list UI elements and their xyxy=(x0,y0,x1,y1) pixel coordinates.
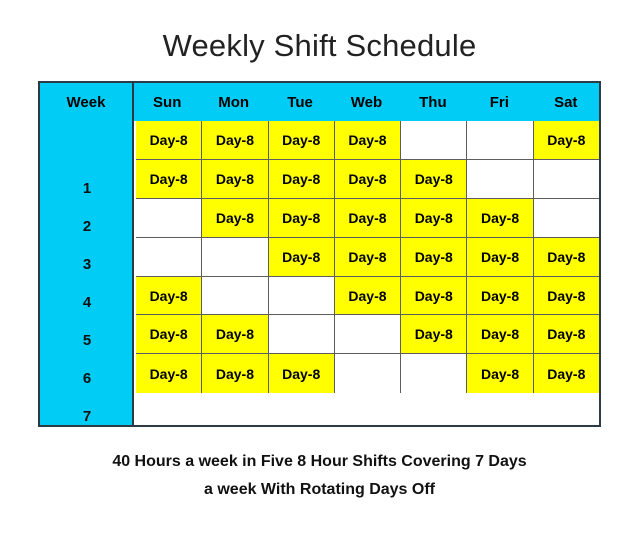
column-header-wed: Web xyxy=(333,83,400,121)
off-cell[interactable] xyxy=(136,198,203,238)
off-cell[interactable] xyxy=(268,315,335,355)
shift-cell[interactable]: Day-8 xyxy=(202,159,269,199)
shift-cell[interactable]: Day-8 xyxy=(533,121,599,160)
shift-cell[interactable]: Day-8 xyxy=(467,237,534,277)
shift-cell[interactable]: Day-8 xyxy=(136,276,203,316)
shift-cell[interactable]: Day-8 xyxy=(268,198,335,238)
shift-cell[interactable]: Day-8 xyxy=(334,237,402,277)
shift-cell[interactable]: Day-8 xyxy=(533,276,599,316)
shift-cell[interactable]: Day-8 xyxy=(268,159,335,199)
shift-cell[interactable]: Day-8 xyxy=(533,354,599,394)
shift-cell[interactable]: Day-8 xyxy=(533,237,599,277)
column-header-thu: Thu xyxy=(399,83,467,121)
off-cell[interactable] xyxy=(467,159,534,199)
shift-cell[interactable]: Day-8 xyxy=(401,315,468,355)
table-row: Day-8 Day-8 Day-8 Day-8 Day-8 xyxy=(136,315,599,355)
week-number-5: 5 xyxy=(82,332,92,349)
off-cell[interactable] xyxy=(401,354,468,394)
shift-cell[interactable]: Day-8 xyxy=(467,198,534,238)
footer-caption: 40 Hours a week in Five 8 Hour Shifts Co… xyxy=(0,448,639,504)
shift-cell[interactable]: Day-8 xyxy=(401,237,468,277)
shift-cell[interactable]: Day-8 xyxy=(334,276,402,316)
off-cell[interactable] xyxy=(533,198,599,238)
caption-line-1: 40 Hours a week in Five 8 Hour Shifts Co… xyxy=(112,453,527,470)
shift-cell[interactable]: Day-8 xyxy=(202,198,269,238)
off-cell[interactable] xyxy=(401,121,468,160)
shift-cell[interactable]: Day-8 xyxy=(467,276,534,316)
shift-cell[interactable]: Day-8 xyxy=(136,354,203,394)
shift-cell[interactable]: Day-8 xyxy=(202,354,269,394)
week-number-7: 7 xyxy=(82,408,92,425)
shift-cell[interactable]: Day-8 xyxy=(136,315,203,355)
week-number-2: 2 xyxy=(82,218,92,235)
shift-cell[interactable]: Day-8 xyxy=(268,121,335,160)
table-row: Day-8 Day-8 Day-8 Day-8 Day-8 xyxy=(136,354,599,394)
off-cell[interactable] xyxy=(533,159,599,199)
shift-cell[interactable]: Day-8 xyxy=(334,121,402,160)
off-cell[interactable] xyxy=(202,237,269,277)
shift-cell[interactable]: Day-8 xyxy=(467,315,534,355)
schedule-grid: Day-8 Day-8 Day-8 Day-8 Day-8 Day-8 Day-8 Day-8… xyxy=(136,121,599,425)
off-cell[interactable] xyxy=(334,354,402,394)
week-number-6: 6 xyxy=(82,370,92,387)
week-number-4: 4 xyxy=(82,294,92,311)
shift-cell[interactable]: Day-8 xyxy=(202,121,269,160)
shift-cell[interactable]: Day-8 xyxy=(136,121,203,160)
caption-line-2: a week With Rotating Days Off xyxy=(204,481,435,498)
shift-cell[interactable]: Day-8 xyxy=(401,198,468,238)
shift-cell[interactable]: Day-8 xyxy=(401,276,468,316)
off-cell[interactable] xyxy=(467,121,534,160)
shift-cell[interactable]: Day-8 xyxy=(401,159,468,199)
shift-cell[interactable]: Day-8 xyxy=(202,315,269,355)
shift-cell[interactable]: Day-8 xyxy=(533,315,599,355)
shift-cell[interactable]: Day-8 xyxy=(136,159,203,199)
week-number-1: 1 xyxy=(82,180,92,197)
table-header-row: Week Sun Mon Tue Web Thu Fri Sat xyxy=(40,83,599,121)
off-cell[interactable] xyxy=(202,276,269,316)
schedule-table: Week Sun Mon Tue Web Thu Fri Sat 1 2 3 4… xyxy=(38,81,601,427)
off-cell[interactable] xyxy=(268,276,335,316)
shift-cell[interactable]: Day-8 xyxy=(334,198,402,238)
table-row: Day-8 Day-8 Day-8 Day-8 Day-8 xyxy=(136,159,599,199)
shift-cell[interactable]: Day-8 xyxy=(467,354,534,394)
shift-cell[interactable]: Day-8 xyxy=(268,237,335,277)
off-cell[interactable] xyxy=(136,237,203,277)
column-header-fri: Fri xyxy=(466,83,533,121)
column-header-week: Week xyxy=(40,83,134,121)
table-row: Day-8 Day-8 Day-8 Day-8 Day-8 xyxy=(136,198,599,238)
week-number-3: 3 xyxy=(82,256,92,273)
column-header-sun: Sun xyxy=(134,83,201,121)
column-header-mon: Mon xyxy=(200,83,267,121)
week-number-column: 1 2 3 4 5 6 7 xyxy=(40,121,134,425)
off-cell[interactable] xyxy=(334,315,402,355)
shift-cell[interactable]: Day-8 xyxy=(268,354,335,394)
table-row: Day-8 Day-8 Day-8 Day-8 Day-8 xyxy=(136,276,599,316)
page-title: Weekly Shift Schedule xyxy=(162,28,477,63)
shift-cell[interactable]: Day-8 xyxy=(334,159,402,199)
column-header-sat: Sat xyxy=(532,83,599,121)
table-row: Day-8 Day-8 Day-8 Day-8 Day-8 xyxy=(136,237,599,277)
table-row: Day-8 Day-8 Day-8 Day-8 Day-8 xyxy=(136,121,599,160)
column-header-tue: Tue xyxy=(266,83,334,121)
